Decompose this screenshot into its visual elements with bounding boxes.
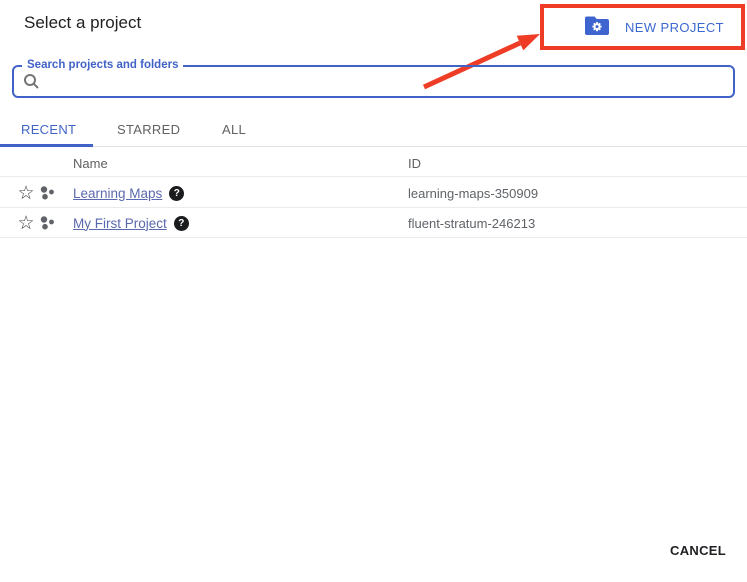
project-id: fluent-stratum-246213 [408, 208, 535, 238]
column-header-id: ID [408, 156, 421, 171]
project-dots-icon [38, 214, 56, 237]
select-project-dialog: Select a project NEW PROJECT [0, 0, 747, 582]
project-id: learning-maps-350909 [408, 178, 538, 208]
help-icon[interactable]: ? [174, 216, 189, 231]
star-icon[interactable]: ☆ [15, 178, 37, 208]
tab-all[interactable]: ALL [222, 122, 246, 137]
project-link[interactable]: Learning Maps [73, 186, 162, 201]
project-link[interactable]: My First Project [73, 216, 167, 231]
new-project-label: NEW PROJECT [625, 20, 724, 35]
tab-recent[interactable]: RECENT [21, 122, 76, 137]
search-icon [23, 73, 40, 90]
star-icon[interactable]: ☆ [15, 208, 37, 238]
cancel-button[interactable]: CANCEL [670, 543, 726, 558]
project-dots-icon [38, 184, 56, 207]
new-project-button[interactable]: NEW PROJECT [584, 9, 724, 45]
project-name-cell: My First Project ? [73, 208, 189, 238]
page-title: Select a project [24, 13, 141, 33]
help-icon[interactable]: ? [169, 186, 184, 201]
column-header-name: Name [73, 156, 108, 171]
table-row: ☆ Learning Maps ? learning-maps-350909 [0, 178, 747, 208]
tab-starred[interactable]: STARRED [117, 122, 180, 137]
table-header: Name ID [0, 147, 747, 177]
folder-gear-icon [584, 15, 610, 39]
search-field-label: Search projects and folders [22, 59, 183, 72]
project-name-cell: Learning Maps ? [73, 178, 184, 208]
table-row: ☆ My First Project ? fluent-stratum-2462… [0, 208, 747, 238]
